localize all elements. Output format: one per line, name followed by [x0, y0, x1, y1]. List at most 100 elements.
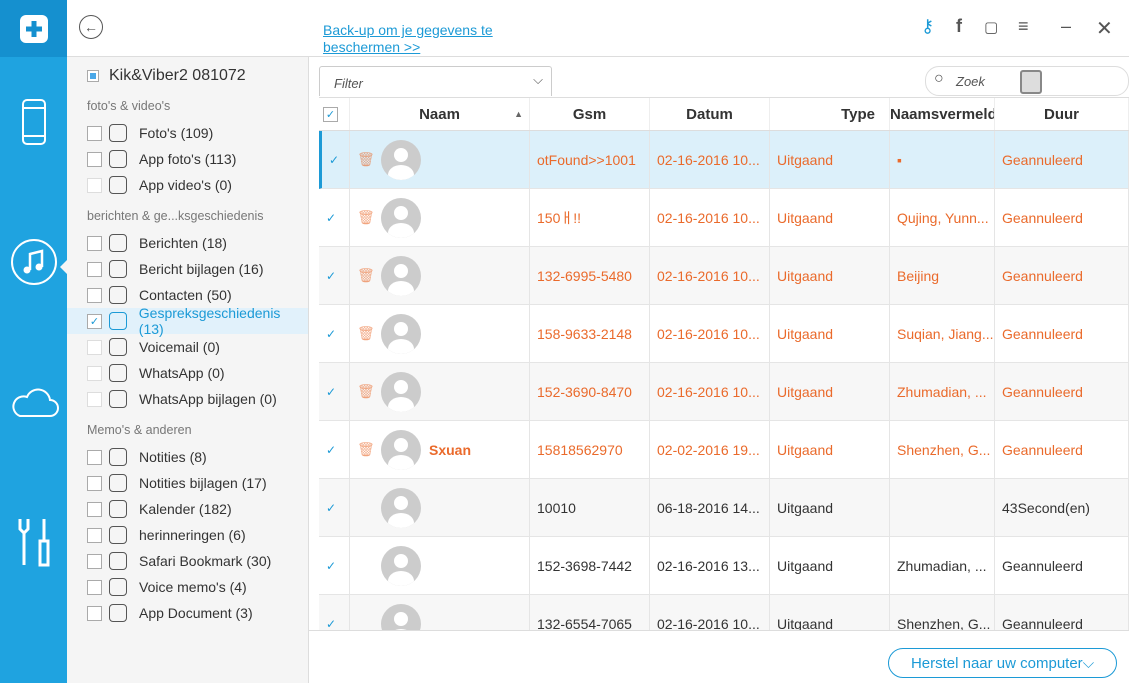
minimize-icon[interactable]: –: [1061, 16, 1071, 37]
table-row[interactable]: ✓ 🗑︎ 158-9633-2148 02-16-2016 10... Uitg…: [319, 305, 1129, 363]
sidebar-item[interactable]: Bericht bijlagen (16): [67, 256, 308, 282]
sidebar-item[interactable]: Notities bijlagen (17): [67, 470, 308, 496]
feedback-icon[interactable]: ▢: [984, 18, 998, 36]
sidebar-item[interactable]: WhatsApp bijlagen (0): [67, 386, 308, 412]
type-cell: Uitgaand: [770, 537, 890, 594]
sidebar-item[interactable]: Notities (8): [67, 444, 308, 470]
item-checkbox[interactable]: [87, 579, 102, 595]
sidebar-item[interactable]: App Document (3): [67, 600, 308, 626]
table-row[interactable]: ✓ 🗑︎ 132-6995-5480 02-16-2016 10... Uitg…: [319, 247, 1129, 305]
item-label: Notities (8): [139, 449, 207, 465]
restore-to-computer-button[interactable]: Herstel naar uw computer ⌵: [888, 648, 1117, 678]
item-checkbox[interactable]: [87, 553, 102, 569]
backup-link[interactable]: Back-up om je gegevens te beschermen >>: [323, 22, 513, 56]
sidebar-item[interactable]: App foto's (113): [67, 146, 308, 172]
row-checkbox[interactable]: ✓: [319, 479, 350, 536]
sidebar-item[interactable]: Foto's (109): [67, 120, 308, 146]
row-checkbox[interactable]: ✓: [319, 363, 350, 420]
trash-icon[interactable]: 🗑︎: [357, 267, 375, 284]
device-row[interactable]: Kik&Viber2 081072: [87, 67, 246, 85]
table-header: ✓ Naam▲ Gsm Datum Type Naamsvermelding D…: [319, 97, 1129, 131]
item-checkbox[interactable]: [87, 501, 102, 517]
sidebar-item[interactable]: ✓ Gespreksgeschiedenis (13): [67, 305, 308, 337]
item-checkbox[interactable]: [87, 287, 102, 303]
avatar: [381, 313, 421, 354]
icloud-icon[interactable]: [0, 384, 67, 420]
avatar: [381, 545, 421, 586]
sidebar-item[interactable]: Berichten (18): [67, 230, 308, 256]
item-label: WhatsApp bijlagen (0): [139, 391, 277, 407]
table-row[interactable]: ✓ 🗑︎ Sxuan 15818562970 02-02-2016 19... U…: [319, 421, 1129, 479]
col-datum[interactable]: Datum: [650, 98, 770, 130]
item-checkbox[interactable]: [87, 151, 102, 167]
item-label: App Document (3): [139, 605, 253, 621]
back-arrow-icon[interactable]: ←: [79, 15, 103, 39]
col-duur[interactable]: Duur: [995, 98, 1129, 130]
item-checkbox[interactable]: [87, 475, 102, 491]
gsm-cell: 150ㅐ!!: [530, 189, 650, 246]
tools-icon[interactable]: [0, 515, 67, 569]
sidebar-item[interactable]: App video's (0): [67, 172, 308, 198]
item-checkbox[interactable]: [87, 177, 102, 193]
item-checkbox[interactable]: [87, 235, 102, 251]
table-row[interactable]: ✓ 152-3698-7442 02-16-2016 13... Uitgaan…: [319, 537, 1129, 595]
item-label: herinneringen (6): [139, 527, 246, 543]
type-cell: Uitgaand: [770, 189, 890, 246]
row-checkbox[interactable]: ✓: [319, 189, 350, 246]
item-checkbox[interactable]: ✓: [87, 313, 102, 329]
item-checkbox[interactable]: [87, 391, 102, 407]
item-checkbox[interactable]: [87, 261, 102, 277]
item-checkbox[interactable]: [87, 449, 102, 465]
type-cell: Uitgaand: [770, 305, 890, 362]
sidebar-item[interactable]: Kalender (182): [67, 496, 308, 522]
top-bar: ←: [67, 0, 1129, 57]
key-icon[interactable]: ⚷: [921, 16, 934, 37]
print-icon[interactable]: [1020, 70, 1042, 94]
menu-icon[interactable]: ≡: [1018, 16, 1029, 37]
row-checkbox[interactable]: ✓: [319, 537, 350, 594]
sidebar-group-title: Memo's & anderen: [87, 423, 192, 437]
sidebar-item[interactable]: Safari Bookmark (30): [67, 548, 308, 574]
close-icon[interactable]: ✕: [1096, 16, 1113, 41]
gsm-cell: 158-9633-2148: [530, 305, 650, 362]
facebook-icon[interactable]: f: [956, 16, 962, 37]
item-checkbox[interactable]: [87, 339, 102, 355]
device-checkbox[interactable]: [87, 70, 99, 82]
trash-icon[interactable]: 🗑︎: [357, 383, 375, 400]
name-cell: 🗑︎: [350, 305, 530, 362]
trash-icon[interactable]: 🗑︎: [357, 209, 375, 226]
item-label: WhatsApp (0): [139, 365, 225, 381]
contact-name: Sxuan: [429, 441, 472, 458]
type-cell: Uitgaand: [770, 479, 890, 536]
item-checkbox[interactable]: [87, 125, 102, 141]
message-icon: [109, 234, 127, 252]
col-naamsvermelding[interactable]: Naamsvermelding: [890, 98, 995, 130]
select-all-checkbox[interactable]: ✓: [319, 98, 350, 130]
trash-icon[interactable]: 🗑︎: [357, 441, 375, 458]
trash-icon[interactable]: 🗑︎: [357, 325, 375, 342]
item-checkbox[interactable]: [87, 605, 102, 621]
col-gsm[interactable]: Gsm: [530, 98, 650, 130]
trash-icon[interactable]: 🗑︎: [357, 151, 375, 168]
sidebar-item[interactable]: herinneringen (6): [67, 522, 308, 548]
naamsvermelding-cell: Shenzhen, G...: [890, 421, 995, 478]
item-checkbox[interactable]: [87, 365, 102, 381]
sidebar-item[interactable]: Voice memo's (4): [67, 574, 308, 600]
col-naam[interactable]: Naam ▲: [350, 98, 530, 130]
table-row[interactable]: ✓ 🗑︎ 152-3690-8470 02-16-2016 10... Uitg…: [319, 363, 1129, 421]
table-row[interactable]: ✓ 🗑︎ otFound>>1001 02-16-2016 10... Uitg…: [319, 131, 1129, 189]
row-checkbox[interactable]: ✓: [319, 305, 350, 362]
row-checkbox[interactable]: ✓: [319, 247, 350, 304]
col-type[interactable]: Type: [770, 98, 890, 130]
itunes-music-icon[interactable]: [0, 238, 67, 286]
sort-asc-icon: ▲: [514, 109, 523, 119]
row-checkbox[interactable]: ✓: [319, 421, 350, 478]
table-row[interactable]: ✓ 10010 06-18-2016 14... Uitgaand 43Seco…: [319, 479, 1129, 537]
device-phone-icon[interactable]: [0, 98, 67, 146]
sidebar-item[interactable]: Voicemail (0): [67, 334, 308, 360]
row-checkbox[interactable]: ✓: [322, 131, 350, 188]
sidebar-item[interactable]: WhatsApp (0): [67, 360, 308, 386]
filter-dropdown[interactable]: Filter ⌵: [319, 66, 552, 96]
item-checkbox[interactable]: [87, 527, 102, 543]
table-row[interactable]: ✓ 🗑︎ 150ㅐ!! 02-16-2016 10... Uitgaand Qu…: [319, 189, 1129, 247]
